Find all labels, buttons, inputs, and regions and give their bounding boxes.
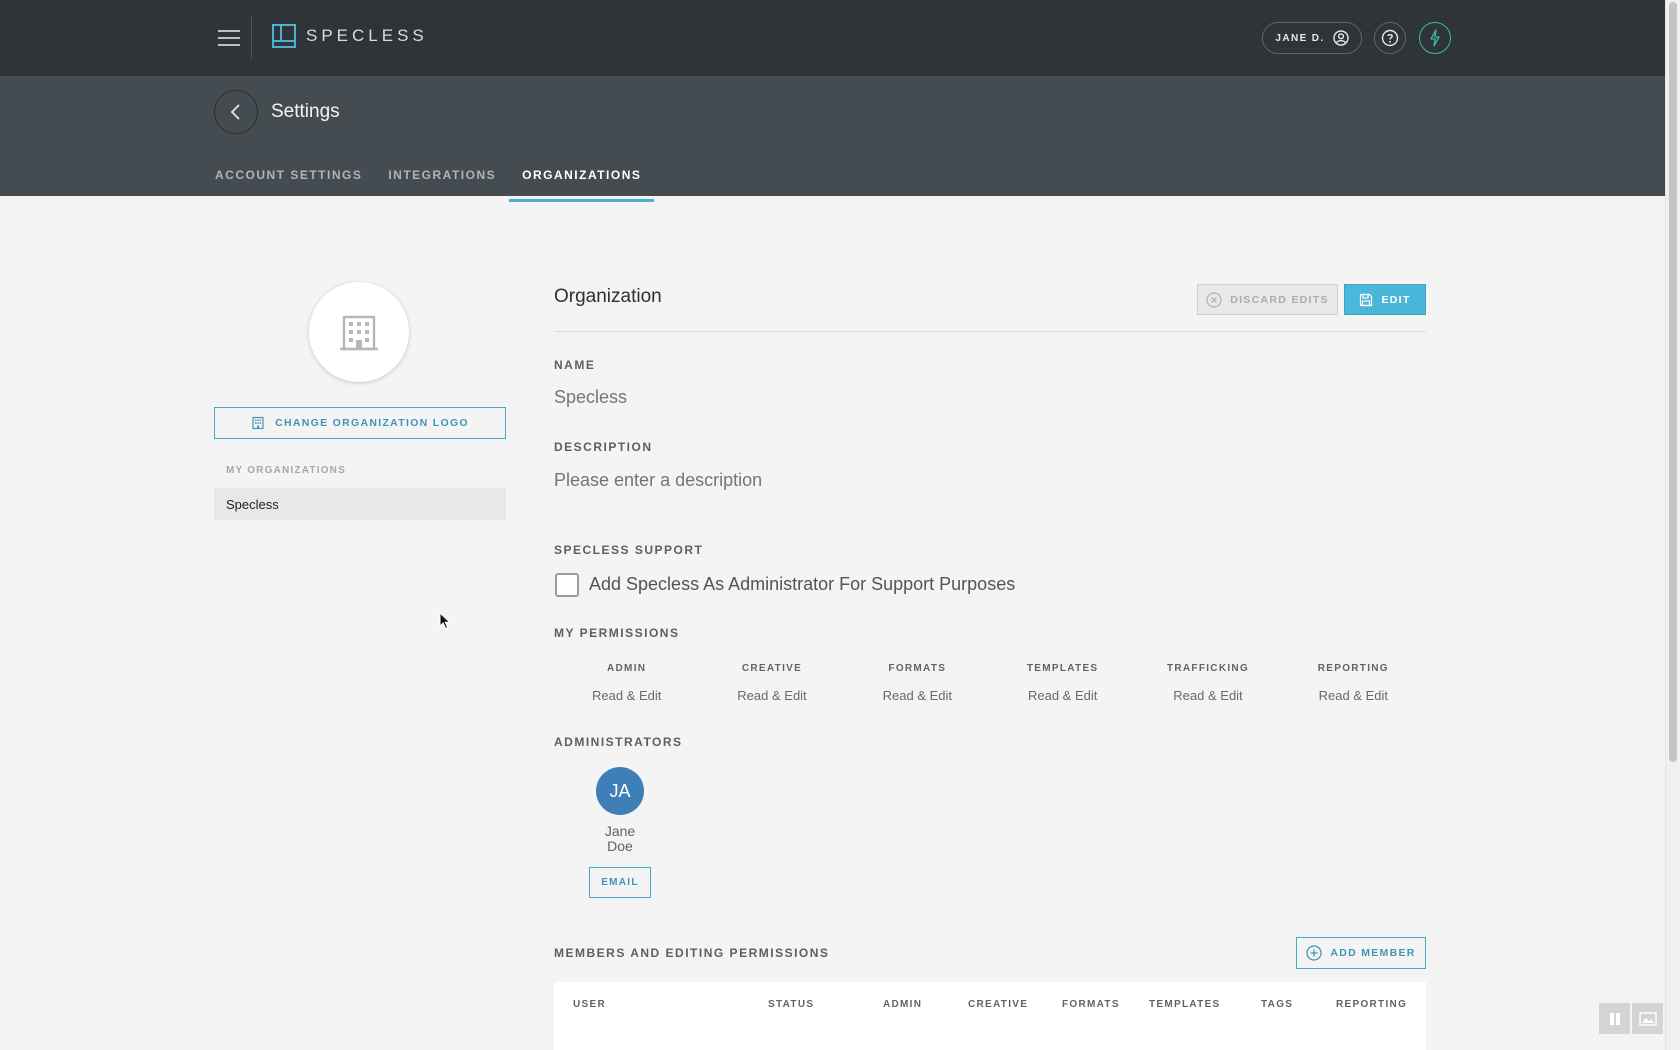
- page-scrollbar[interactable]: [1665, 0, 1680, 1050]
- building-icon: [252, 416, 264, 430]
- administrator-last-name: Doe: [607, 838, 633, 854]
- topbar-divider: [251, 16, 252, 60]
- permission-value: Read & Edit: [591, 688, 662, 703]
- column-header-admin[interactable]: ADMIN: [883, 999, 922, 1010]
- administrator-name: Jane Doe: [590, 824, 650, 854]
- tab-account-settings[interactable]: ACCOUNT SETTINGS: [215, 168, 375, 192]
- permission-reporting: REPORTING Read & Edit: [1281, 663, 1426, 703]
- app-logo[interactable]: SPECLESS: [272, 24, 428, 48]
- permission-value: Read & Edit: [1318, 688, 1388, 703]
- user-name-label: JANE D.: [1275, 32, 1325, 44]
- permission-admin: ADMIN Read & Edit: [554, 663, 699, 703]
- members-permissions-label: MEMBERS AND EDITING PERMISSIONS: [554, 946, 830, 960]
- permission-name: CREATIVE: [741, 663, 803, 674]
- picture-icon: [1638, 1011, 1657, 1026]
- permission-trafficking: TRAFFICKING Read & Edit: [1135, 663, 1280, 703]
- discard-edits-label: DISCARD EDITS: [1230, 293, 1329, 306]
- user-menu-button[interactable]: JANE D.: [1262, 22, 1362, 54]
- change-organization-logo-button[interactable]: CHANGE ORGANIZATION LOGO: [214, 407, 506, 439]
- administrator-first-name: Jane: [604, 823, 636, 839]
- column-header-templates[interactable]: TEMPLATES: [1149, 999, 1221, 1010]
- tab-organizations[interactable]: ORGANIZATIONS: [509, 168, 655, 202]
- organization-section-title: Organization: [554, 286, 662, 307]
- permission-creative: CREATIVE Read & Edit: [699, 663, 844, 703]
- top-bar: SPECLESS JANE D.: [0, 0, 1665, 76]
- column-header-formats[interactable]: FORMATS: [1062, 999, 1120, 1010]
- save-icon: [1360, 293, 1373, 306]
- organization-name-value: Specless: [554, 387, 628, 407]
- plus-circle-icon: [1306, 945, 1322, 961]
- chevron-left-icon: [230, 104, 240, 120]
- settings-header: Settings ACCOUNT SETTINGS INTEGRATIONS O…: [0, 76, 1665, 202]
- help-button[interactable]: [1374, 22, 1406, 54]
- back-button[interactable]: [214, 90, 258, 134]
- permission-formats: FORMATS Read & Edit: [845, 663, 990, 703]
- mouse-pointer-icon: [439, 612, 451, 630]
- my-permissions-grid: ADMIN Read & Edit CREATIVE Read & Edit F…: [554, 663, 1426, 703]
- specless-logo-icon: [272, 24, 296, 48]
- edit-button[interactable]: EDIT: [1344, 284, 1426, 315]
- support-admin-checkbox[interactable]: [555, 573, 579, 597]
- page-title: Settings: [271, 101, 340, 122]
- permission-value: Read & Edit: [882, 688, 952, 703]
- name-field-label: NAME: [554, 358, 596, 372]
- my-permissions-label: MY PERMISSIONS: [554, 626, 680, 640]
- specless-support-label: SPECLESS SUPPORT: [554, 543, 704, 557]
- settings-tabs: ACCOUNT SETTINGS INTEGRATIONS ORGANIZATI…: [215, 168, 655, 202]
- permission-name: TEMPLATES: [1026, 663, 1099, 674]
- permission-name: ADMIN: [607, 663, 647, 674]
- tab-integrations[interactable]: INTEGRATIONS: [375, 168, 509, 192]
- permission-value: Read & Edit: [1173, 688, 1243, 703]
- members-table: USER STATUS ADMIN CREATIVE FORMATS TEMPL…: [554, 982, 1426, 1050]
- email-administrator-button[interactable]: EMAIL: [589, 867, 651, 898]
- app-name: SPECLESS: [306, 26, 428, 45]
- question-mark-icon: [1381, 29, 1399, 47]
- activity-button[interactable]: [1419, 22, 1451, 54]
- column-header-creative[interactable]: CREATIVE: [968, 999, 1028, 1010]
- hamburger-menu-icon[interactable]: [214, 25, 244, 51]
- organization-logo: [309, 282, 409, 382]
- add-member-button[interactable]: ADD MEMBER: [1296, 937, 1426, 969]
- change-logo-label: CHANGE ORGANIZATION LOGO: [275, 417, 469, 429]
- edit-label: EDIT: [1381, 293, 1411, 306]
- building-icon: [340, 315, 378, 351]
- discard-edits-button[interactable]: DISCARD EDITS: [1197, 284, 1338, 315]
- lightning-bolt-icon: [1430, 29, 1440, 47]
- pause-icon: [1609, 1012, 1620, 1025]
- permission-name: TRAFFICKING: [1166, 663, 1250, 674]
- permission-value: Read & Edit: [737, 688, 807, 703]
- support-admin-checkbox-label: Add Specless As Administrator For Suppor…: [589, 574, 1016, 594]
- description-input[interactable]: [554, 470, 1254, 491]
- my-organizations-heading: MY ORGANIZATIONS: [226, 465, 346, 476]
- close-circle-icon: [1206, 291, 1222, 308]
- permission-name: REPORTING: [1317, 663, 1389, 674]
- column-header-tags[interactable]: TAGS: [1261, 999, 1293, 1010]
- permission-templates: TEMPLATES Read & Edit: [990, 663, 1135, 703]
- column-header-status[interactable]: STATUS: [768, 999, 814, 1010]
- column-header-reporting[interactable]: REPORTING: [1336, 999, 1407, 1010]
- permission-value: Read & Edit: [1027, 688, 1098, 703]
- section-divider: [554, 331, 1426, 332]
- avatar: JA: [596, 767, 644, 815]
- picture-in-picture-button[interactable]: [1632, 1003, 1663, 1034]
- organization-list-item[interactable]: Specless: [214, 488, 506, 520]
- administrators-label: ADMINISTRATORS: [554, 735, 683, 749]
- user-circle-icon: [1332, 30, 1349, 46]
- corner-controls: [1599, 1003, 1663, 1034]
- column-header-user[interactable]: USER: [573, 999, 606, 1010]
- scrollbar-thumb[interactable]: [1669, 2, 1677, 762]
- pause-button[interactable]: [1599, 1003, 1630, 1034]
- add-member-label: ADD MEMBER: [1330, 947, 1416, 959]
- permission-name: FORMATS: [888, 663, 947, 674]
- description-field-label: DESCRIPTION: [554, 440, 653, 454]
